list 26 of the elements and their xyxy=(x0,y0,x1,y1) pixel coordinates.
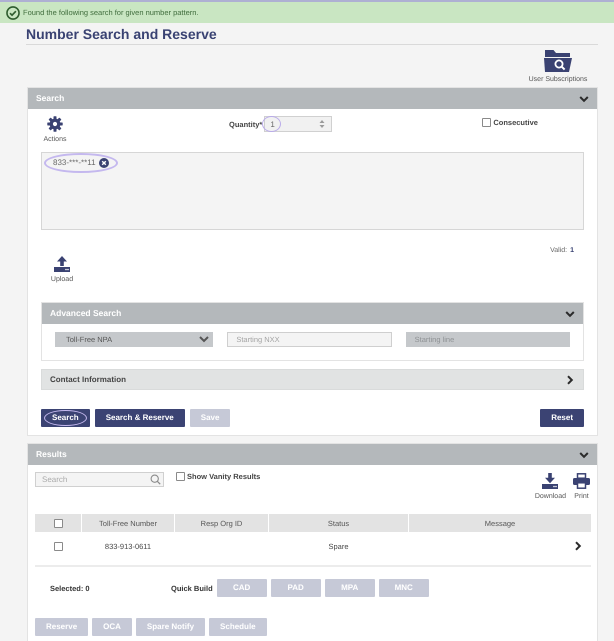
chevron-right-icon[interactable] xyxy=(565,374,575,384)
consecutive-checkbox[interactable] xyxy=(482,118,492,127)
gear-icon xyxy=(47,116,63,132)
quantity-field[interactable]: 1 xyxy=(264,116,332,132)
check-circle-icon xyxy=(6,6,20,20)
printer-icon xyxy=(573,473,590,489)
close-icon[interactable] xyxy=(98,158,109,168)
chevron-down-icon[interactable] xyxy=(565,308,575,318)
page-title: Number Search and Reserve xyxy=(26,25,598,45)
search-field[interactable]: Search xyxy=(35,472,164,487)
search-button[interactable]: Search xyxy=(41,409,90,427)
pattern-text: 833-***-**11 xyxy=(53,158,96,168)
section-header[interactable]: Contact Information xyxy=(41,369,584,390)
search-icon[interactable] xyxy=(150,474,161,485)
row-checkbox[interactable] xyxy=(54,542,62,550)
folder-search-icon xyxy=(544,50,572,72)
reset-button[interactable]: Reset xyxy=(540,409,584,427)
pattern-input-box[interactable]: 833-***-**11 xyxy=(41,152,584,230)
download-icon xyxy=(542,473,558,489)
select-all-checkbox[interactable] xyxy=(54,518,62,528)
upload-icon xyxy=(54,256,70,272)
chevron-right-icon[interactable] xyxy=(573,541,583,551)
search-reserve-button[interactable]: Search & Reserve xyxy=(94,409,185,427)
chevron-down-icon[interactable] xyxy=(579,94,589,104)
chevron-down-icon[interactable] xyxy=(579,450,589,460)
vanity-checkbox[interactable] xyxy=(176,472,185,481)
